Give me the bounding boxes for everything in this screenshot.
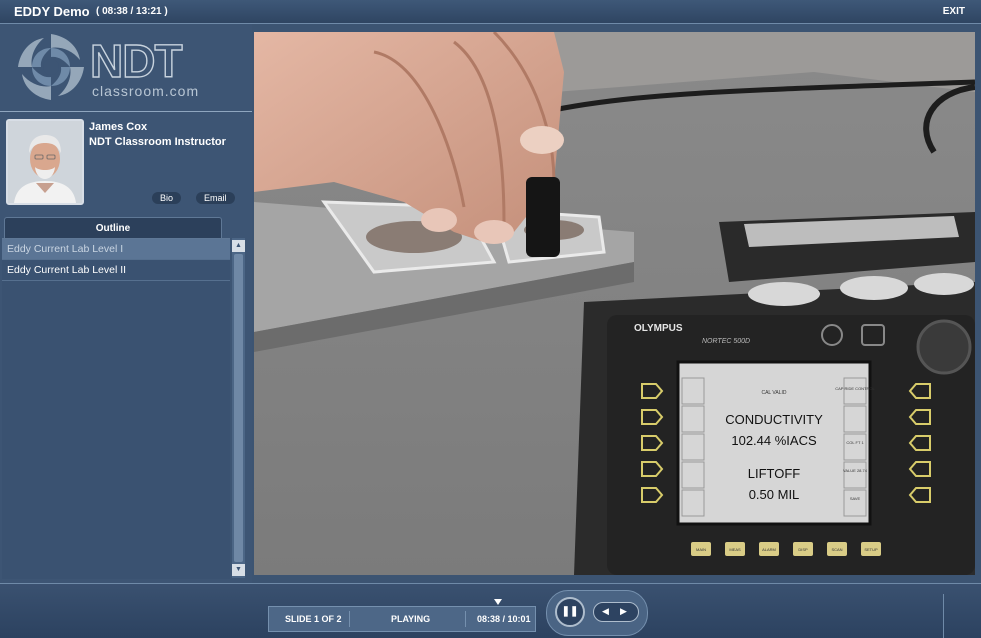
key-label: ALARM <box>762 547 776 552</box>
tab-outline[interactable]: Outline <box>4 217 222 239</box>
elapsed-time: ( 08:38 / 13:21 ) <box>96 6 168 17</box>
outline-scrollbar[interactable]: ▲ ▼ <box>232 238 245 578</box>
scroll-thumb[interactable] <box>234 254 243 562</box>
scroll-down-icon[interactable]: ▼ <box>232 564 245 576</box>
conductivity-value: 102.44 %IACS <box>731 433 817 448</box>
liftoff-value: 0.50 MIL <box>749 487 800 502</box>
key-label: SCAN <box>831 547 842 552</box>
logo-swirl-icon <box>18 34 84 100</box>
logo-brand: NDT <box>89 35 183 87</box>
player-bar: SLIDE 1 OF 2 PLAYING 08:38 / 10:01 ❚❚ ◀ … <box>0 583 981 638</box>
video-frame: OLYMPUS NORTEC 500D CAL VALID CONDUCTIVI… <box>254 32 975 575</box>
ndt-logo: NDT classroom.com <box>14 30 234 104</box>
app-title: EDDY Demo <box>14 4 90 19</box>
scroll-up-icon[interactable]: ▲ <box>232 240 245 252</box>
conductivity-label: CONDUCTIVITY <box>725 412 823 427</box>
previous-icon[interactable]: ◀ <box>602 606 609 617</box>
bio-button[interactable]: Bio <box>152 192 182 204</box>
divider <box>349 611 350 627</box>
divider <box>0 111 252 112</box>
soft-key-label: CAP RIDE CONTROL <box>835 386 875 391</box>
soft-key-label: VALUE 28.74 <box>843 468 868 473</box>
avatar-portrait-icon <box>8 121 82 203</box>
outline-item-level-1[interactable]: Eddy Current Lab Level I <box>2 239 230 260</box>
device-screen-status: CAL VALID <box>761 390 786 396</box>
divider <box>465 611 466 627</box>
key-label: DISP <box>798 547 808 552</box>
instructor-avatar <box>6 119 84 205</box>
instructor-role: NDT Classroom Instructor <box>89 136 226 148</box>
exit-button[interactable]: EXIT <box>943 6 965 17</box>
liftoff-label: LIFTOFF <box>748 466 801 481</box>
outline-list: Eddy Current Lab Level I Eddy Current La… <box>2 238 230 579</box>
playback-time: 08:38 / 10:01 <box>477 614 531 624</box>
key-label: MAIN <box>696 547 706 552</box>
playback-state: PLAYING <box>391 614 431 624</box>
next-icon[interactable]: ▶ <box>620 606 627 617</box>
device-model: NORTEC 500D <box>702 338 750 345</box>
device-brand: OLYMPUS <box>634 323 683 334</box>
status-panel: SLIDE 1 OF 2 PLAYING 08:38 / 10:01 <box>268 599 536 632</box>
slide-indicator: SLIDE 1 OF 2 <box>285 614 342 624</box>
logo-subtitle: classroom.com <box>92 83 200 99</box>
key-label: MEAS <box>729 547 741 552</box>
progress-marker-icon[interactable] <box>494 599 503 605</box>
left-panel: NDT classroom.com James Cox NDT Classroo… <box>0 24 252 584</box>
key-label: SETUP <box>864 547 878 552</box>
top-bar: EDDY Demo ( 08:38 / 13:21 ) EXIT <box>0 0 981 24</box>
outline-item-level-2[interactable]: Eddy Current Lab Level II <box>2 260 230 281</box>
soft-key-label: COL FT 1 <box>846 440 864 445</box>
video-player[interactable]: OLYMPUS NORTEC 500D CAL VALID CONDUCTIVI… <box>254 32 975 575</box>
playback-controls: ❚❚ ◀ ▶ <box>546 590 648 636</box>
instructor-name: James Cox <box>89 121 148 133</box>
skip-controls: ◀ ▶ <box>593 602 639 622</box>
soft-key-label: SAVE <box>850 496 861 501</box>
pause-button[interactable]: ❚❚ <box>555 597 585 627</box>
email-button[interactable]: Email <box>196 192 235 204</box>
divider <box>943 594 944 638</box>
